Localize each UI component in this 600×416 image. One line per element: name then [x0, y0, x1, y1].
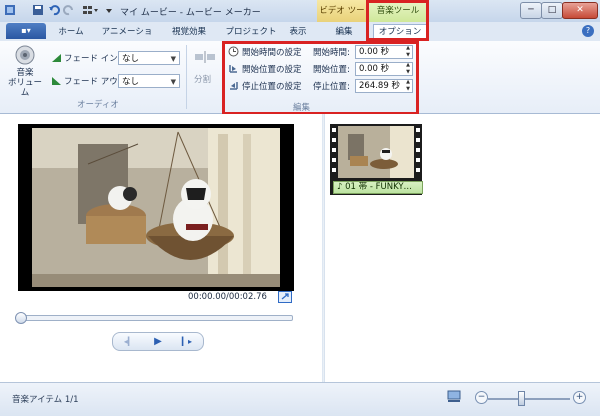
main-area: 00:00.00/00:02.76 ◂▎ ▶ ▎▸ ♪ 01 帯 - FUNKY…: [0, 114, 600, 382]
group-divider: [186, 45, 187, 109]
previous-frame-button[interactable]: ◂▎: [115, 333, 143, 350]
maximize-button[interactable]: □: [541, 2, 563, 19]
film-perforation: [332, 168, 336, 172]
film-perforation: [416, 158, 420, 162]
save-icon[interactable]: [32, 4, 44, 16]
clip-thumbnail: [338, 126, 414, 178]
layout-icon[interactable]: [82, 4, 100, 16]
film-perforation: [416, 128, 420, 132]
seek-thumb[interactable]: [15, 312, 27, 324]
fade-in-select[interactable]: なし ▼: [118, 51, 180, 65]
film-perforation: [332, 128, 336, 132]
next-frame-button[interactable]: ▎▸: [173, 333, 201, 350]
video-preview[interactable]: [18, 124, 294, 291]
app-icon[interactable]: [4, 4, 16, 16]
pane-splitter[interactable]: [322, 114, 325, 382]
file-menu-button[interactable]: ▪▾: [6, 23, 46, 39]
window-title: マイ ムービー - ムービー メーカー: [120, 8, 261, 18]
seek-bar[interactable]: [20, 315, 293, 321]
play-button[interactable]: ▶: [144, 333, 172, 350]
film-perforation: [332, 148, 336, 152]
music-volume-label: 音楽 ボリューム: [7, 68, 42, 98]
audio-group-label: オーディオ: [77, 100, 119, 110]
minimize-button[interactable]: ─: [520, 2, 542, 19]
status-bar: 音楽アイテム 1/1 − +: [0, 382, 600, 416]
title-bar: マイ ムービー - ムービー メーカー ビデオ ツール 音楽ツール ─ □ ✕: [0, 0, 600, 38]
tab-edit[interactable]: 編集: [330, 25, 358, 40]
video-tools-group: ビデオ ツール: [317, 0, 367, 38]
close-button[interactable]: ✕: [562, 2, 598, 19]
playback-controls: ◂▎ ▶ ▎▸: [112, 332, 204, 351]
film-perforation: [416, 168, 420, 172]
preview-frame: [32, 128, 280, 287]
fade-out-icon: [52, 77, 61, 85]
film-perforation: [416, 138, 420, 142]
tab-visual-effects[interactable]: 視覚効果: [167, 25, 211, 40]
storyboard-view-icon[interactable]: [447, 390, 461, 403]
timecode: 00:00.00/00:02.76: [188, 292, 267, 302]
fade-out-select[interactable]: なし ▼: [118, 74, 180, 88]
fade-in-label: フェード イン:: [64, 54, 121, 64]
tab-home[interactable]: ホーム: [56, 25, 86, 40]
chevron-down-icon: ▼: [170, 78, 176, 86]
customize-icon[interactable]: [103, 4, 115, 16]
split-label: 分割: [194, 75, 212, 85]
tab-view[interactable]: 表示: [287, 25, 309, 40]
zoom-slider-thumb[interactable]: [518, 391, 525, 406]
music-clip-label[interactable]: ♪ 01 帯 - FUNKY…: [333, 181, 423, 194]
edit-options-highlight: [222, 41, 419, 115]
fade-in-value: なし: [122, 54, 140, 64]
split-button[interactable]: 分割: [190, 49, 220, 85]
tab-project[interactable]: プロジェクト: [225, 25, 277, 40]
film-perforation: [416, 148, 420, 152]
film-perforation: [332, 158, 336, 162]
speaker-icon: [15, 45, 35, 65]
split-icon: [195, 51, 215, 63]
music-tools-highlight: [366, 0, 429, 41]
zoom-in-button[interactable]: +: [573, 391, 586, 404]
chevron-down-icon: ▼: [170, 55, 176, 63]
help-icon[interactable]: ?: [582, 25, 594, 37]
undo-icon[interactable]: [48, 4, 60, 16]
fullscreen-icon[interactable]: [278, 291, 292, 303]
fade-out-value: なし: [122, 77, 140, 87]
ribbon-tab-row: ▪▾ ホーム アニメーション 視覚効果 プロジェクト 表示 編集 オプション ?: [0, 22, 600, 52]
music-volume-button[interactable]: 音楽 ボリューム: [6, 43, 44, 98]
zoom-out-button[interactable]: −: [475, 391, 488, 404]
redo-icon[interactable]: [63, 4, 75, 16]
tab-animation[interactable]: アニメーション: [98, 25, 156, 52]
status-text: 音楽アイテム 1/1: [12, 395, 79, 405]
fade-in-icon: [52, 54, 61, 62]
film-perforation: [332, 138, 336, 142]
zoom-slider[interactable]: [488, 398, 570, 400]
